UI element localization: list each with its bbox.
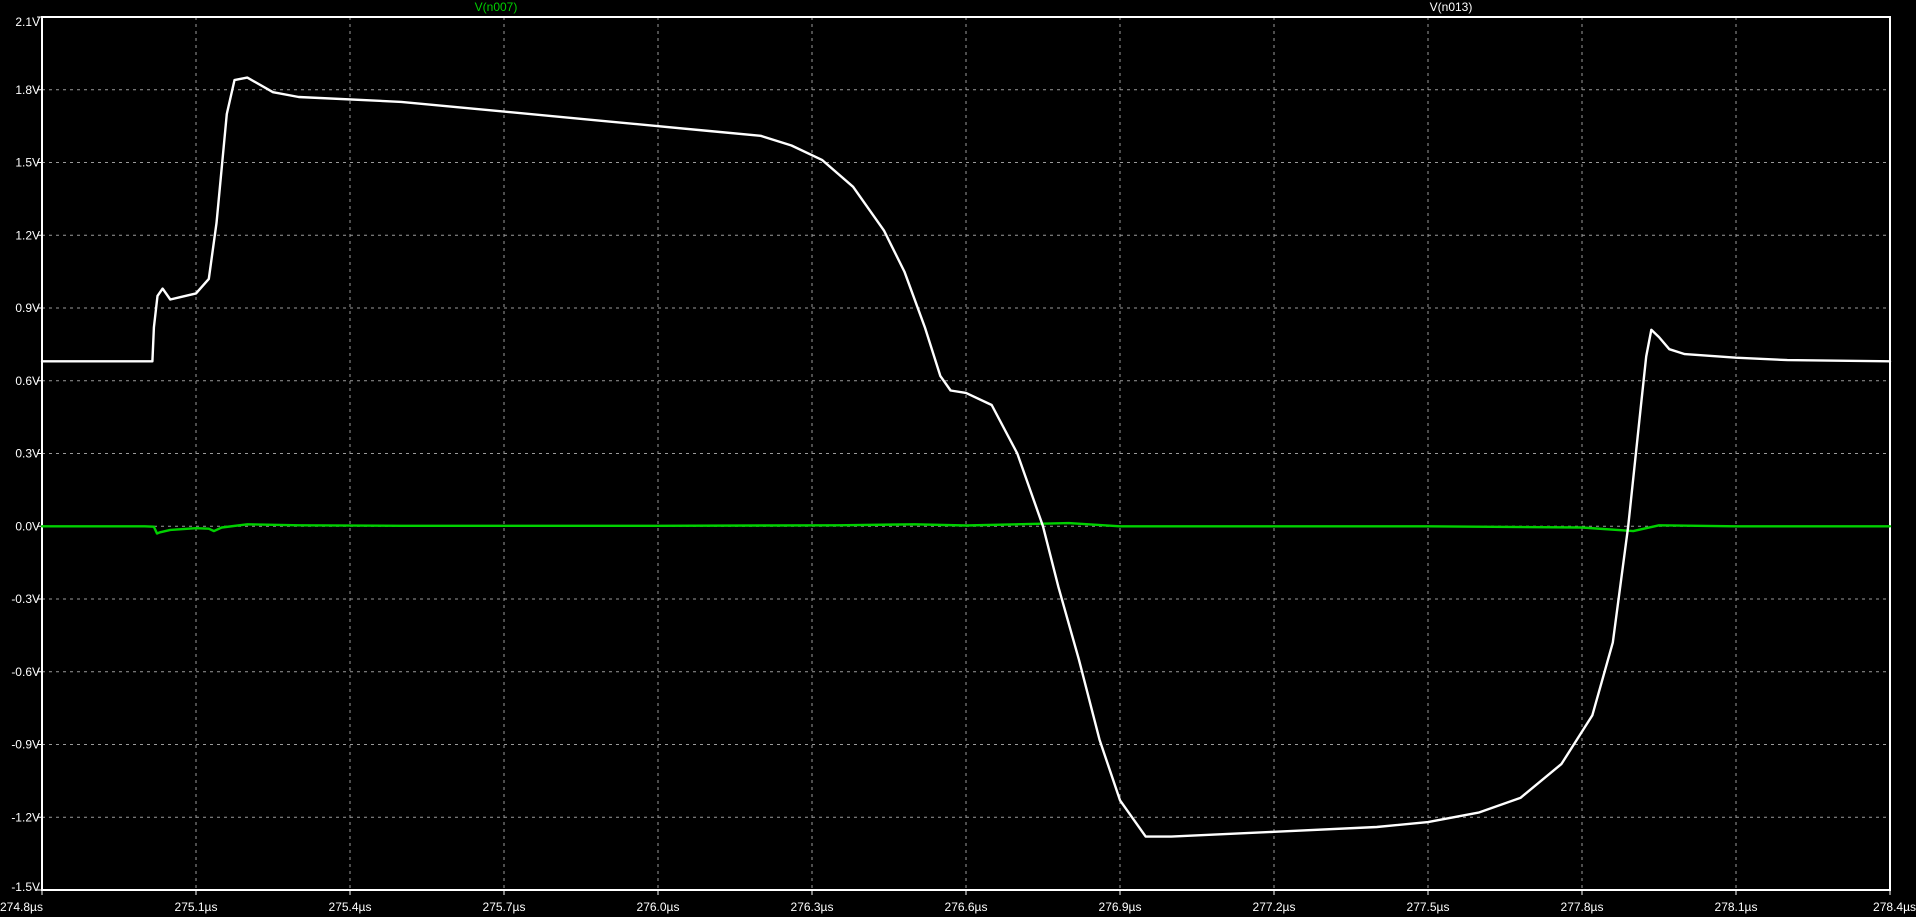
x-tick-label: 275.4µs [329, 900, 372, 914]
x-tick-label: 277.8µs [1561, 900, 1604, 914]
x-tick-label: 278.1µs [1715, 900, 1758, 914]
x-tick-label: 276.3µs [791, 900, 834, 914]
legend-label[interactable]: V(n007) [475, 0, 518, 14]
x-tick-label: 277.2µs [1253, 900, 1296, 914]
y-tick-label: -0.9V [11, 738, 40, 752]
x-tick-label: 277.5µs [1407, 900, 1450, 914]
waveform-plot: 274.8µs 275.1µs 275.4µs 275.7µs 276.0µs 276.3… [0, 0, 1916, 917]
y-tick-label: 1.5V [15, 156, 40, 170]
x-tick-label: 274.8µs [0, 900, 43, 914]
y-tick-label: 0.6V [15, 374, 40, 388]
y-tick-label: 0.9V [15, 301, 40, 315]
y-tick-label: -0.6V [11, 665, 40, 679]
y-tick-label: 0.3V [15, 447, 40, 461]
y-tick-label: 1.8V [15, 83, 40, 97]
x-tick-label: 276.0µs [637, 900, 680, 914]
y-tick-label: -1.2V [11, 810, 40, 824]
x-tick-label: 275.7µs [483, 900, 526, 914]
y-tick-label: -0.3V [11, 592, 40, 606]
x-tick-label: 276.6µs [945, 900, 988, 914]
y-tick-label: 1.2V [15, 228, 40, 242]
x-tick-label: 275.1µs [175, 900, 218, 914]
x-tick-label: 276.9µs [1099, 900, 1142, 914]
y-tick-label: -1.5V [11, 880, 40, 894]
legend-label[interactable]: V(n013) [1430, 0, 1473, 14]
plot-background [0, 0, 1916, 917]
x-tick-label: 278.4µs [1873, 900, 1916, 914]
y-tick-label: 0.0V [15, 519, 40, 533]
y-tick-label: 2.1V [15, 15, 40, 29]
